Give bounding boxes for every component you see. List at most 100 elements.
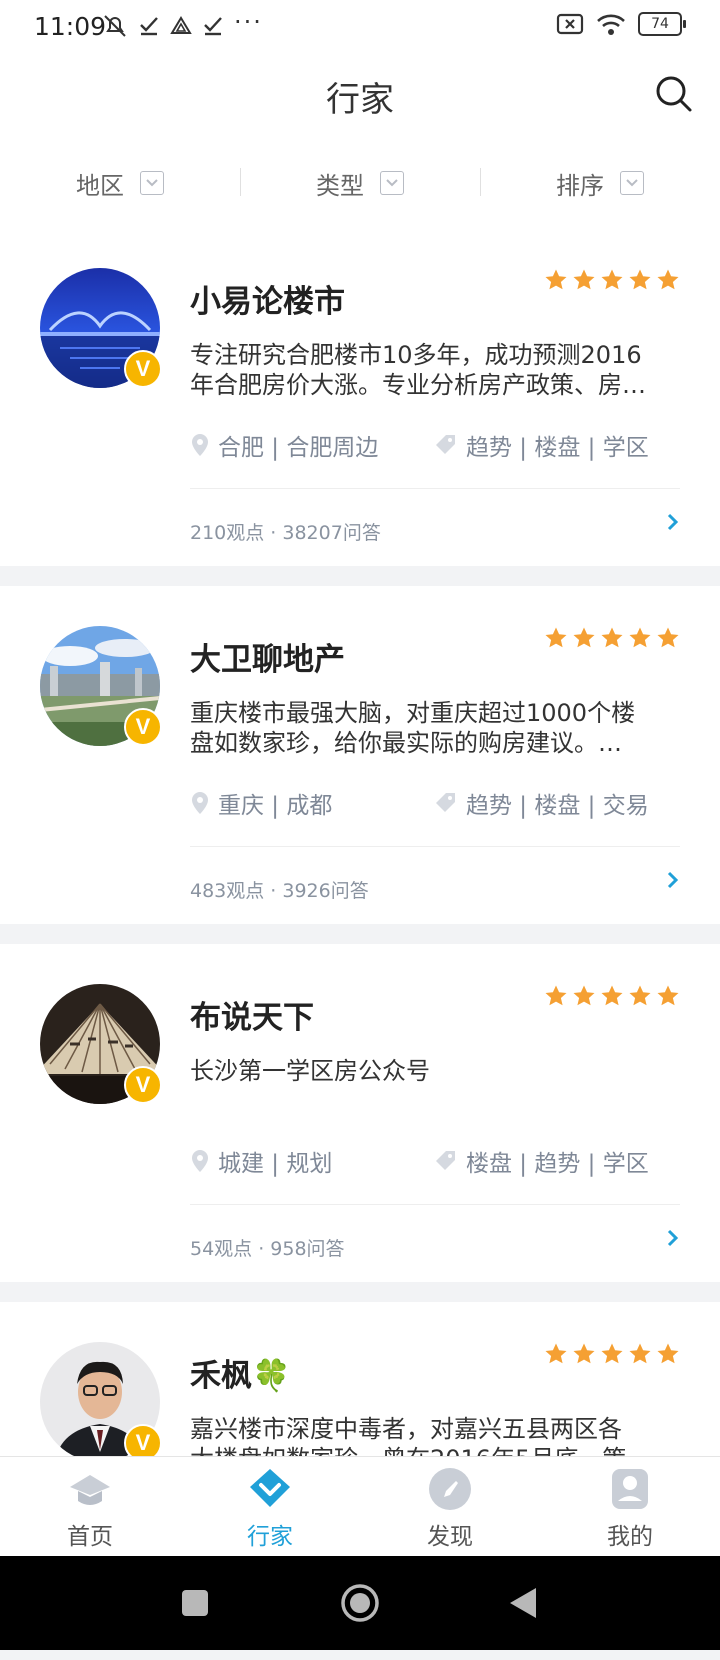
star-rating [544,626,680,650]
app-header: 行家 [0,54,720,138]
tags-text: 楼盘 | 趋势 | 学区 [466,1151,649,1177]
tab-label: 首页 [67,1524,113,1550]
search-icon[interactable] [654,74,694,114]
star-icon [545,985,567,1006]
location-pin-icon [192,792,208,814]
filter-sort[interactable]: 排序 [480,138,720,228]
star-icon [657,269,679,290]
expert-card[interactable]: V 小易论楼市 专注研究合肥楼市10多年，成功预测2016 年合肥房价大涨。专业… [0,228,720,566]
notification-icons: ··· [102,8,263,40]
bottom-tab-bar: 首页 行家 发现 我的 [0,1456,720,1557]
home-button-icon[interactable] [340,1583,380,1623]
more-icon: ··· [234,8,263,36]
page-title: 行家 [326,80,394,120]
tab-profile[interactable]: 我的 [540,1457,720,1557]
star-rating [544,984,680,1008]
expert-tags: 趋势 | 楼盘 | 交易 [434,786,649,820]
divider [190,1204,680,1205]
expert-location: 重庆 | 成都 [190,786,332,820]
expert-stats: 54观点 · 958问答 [190,1238,345,1260]
expert-stats: 483观点 · 3926问答 [190,880,369,902]
star-icon [657,1343,679,1364]
chevron-right-icon[interactable] [666,512,680,532]
tab-label: 我的 [607,1524,653,1550]
filter-label: 排序 [556,171,604,200]
location-pin-icon [192,1150,208,1172]
star-icon [601,985,623,1006]
expert-description: 重庆楼市最强大脑，对重庆超过1000个楼 盘如数家珍，给你最实际的购房建议。… [190,698,678,758]
divider [190,488,680,489]
recents-button-icon[interactable] [180,1588,210,1618]
description-line: 年合肥房价大涨。专业分析房产政策、房… [190,371,646,399]
tab-home[interactable]: 首页 [0,1457,180,1557]
expert-card[interactable]: V 大卫聊地产 重庆楼市最强大脑，对重庆超过1000个楼 盘如数家珍，给你最实际… [0,586,720,924]
star-icon [601,269,623,290]
expert-tags: 楼盘 | 趋势 | 学区 [434,1144,649,1178]
profile-icon [612,1469,648,1509]
chevron-right-icon[interactable] [666,870,680,890]
tab-discover[interactable]: 发现 [360,1457,540,1557]
drive-icon [170,16,192,34]
divider [190,846,680,847]
star-icon [629,985,651,1006]
star-icon [657,627,679,648]
expert-description: 专注研究合肥楼市10多年，成功预测2016 年合肥房价大涨。专业分析房产政策、房… [190,340,678,400]
tab-experts[interactable]: 行家 [180,1457,360,1557]
chevron-down-icon [620,171,644,195]
star-icon [573,627,595,648]
star-icon [629,1343,651,1364]
filter-region[interactable]: 地区 [0,138,240,228]
tab-label: 行家 [247,1524,293,1550]
description-line: 嘉兴楼市深度中毒者，对嘉兴五县两区各 [190,1415,622,1443]
location-text: 合肥 | 合肥周边 [218,435,379,461]
filter-label: 类型 [316,171,364,200]
diamond-icon [250,1469,290,1507]
tab-label: 发现 [427,1524,473,1550]
star-icon [601,627,623,648]
star-rating [544,1342,680,1366]
status-time: 11:09 [34,12,107,41]
filter-bar: 地区 类型 排序 [0,138,720,229]
description-line: 专注研究合肥楼市10多年，成功预测2016 [190,341,642,369]
tags-text: 趋势 | 楼盘 | 学区 [466,435,649,461]
expert-location: 城建 | 规划 [190,1144,332,1178]
verified-badge: V [124,350,162,388]
back-button-icon[interactable] [508,1586,538,1620]
verified-badge: V [124,708,162,746]
expert-name: 禾枫🍀 [190,1358,291,1394]
battery-icon: 74 [638,12,686,36]
star-icon [545,269,567,290]
star-icon [657,985,679,1006]
expert-list: V 小易论楼市 专注研究合肥楼市10多年，成功预测2016 年合肥房价大涨。专业… [0,228,720,1660]
star-icon [629,627,651,648]
system-nav-bar [0,1556,720,1650]
filter-type[interactable]: 类型 [240,138,480,228]
filter-label: 地区 [76,171,124,200]
description-line: 盘如数家珍，给你最实际的购房建议。… [190,729,622,757]
star-icon [573,985,595,1006]
wifi-icon [597,14,625,35]
star-rating [544,268,680,292]
home-icon [70,1475,110,1505]
star-icon [573,1343,595,1364]
star-icon [573,269,595,290]
tags-text: 趋势 | 楼盘 | 交易 [466,793,649,819]
system-status: 74 [556,12,686,36]
status-bar: 11:09 ··· 74 [0,0,720,54]
tag-icon [436,1151,455,1170]
battery-level: 74 [651,16,669,32]
star-icon [601,1343,623,1364]
expert-card[interactable]: V 布说天下 长沙第一学区房公众号 城建 | 规划 楼盘 | 趋势 | 学区 5… [0,944,720,1282]
chevron-down-icon [380,171,404,195]
tag-icon [436,435,455,454]
expert-location: 合肥 | 合肥周边 [190,428,378,462]
location-pin-icon [192,434,208,456]
mute-icon [104,15,126,37]
star-icon [629,269,651,290]
star-icon [545,1343,567,1364]
expert-name: 布说天下 [190,1000,314,1036]
compass-icon [429,1468,471,1510]
chevron-right-icon[interactable] [666,1228,680,1248]
verified-badge: V [124,1066,162,1104]
check-icon [140,17,158,36]
